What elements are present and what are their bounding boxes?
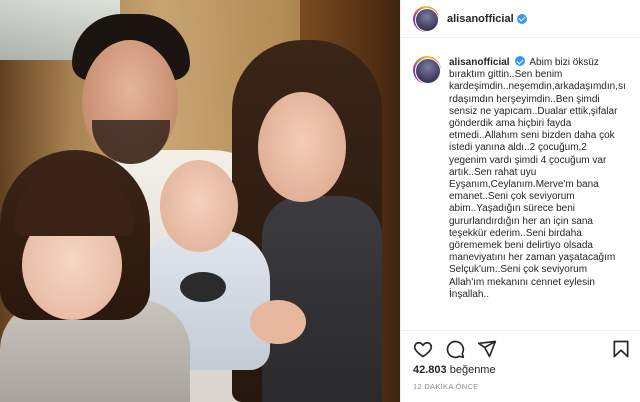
comment-icon [446,340,465,358]
comment-button[interactable] [443,337,467,361]
avatar[interactable] [413,5,439,32]
share-icon [477,340,497,357]
verified-badge-icon [516,13,527,24]
like-button[interactable] [411,337,435,361]
username-link[interactable]: alisanofficial [447,13,514,25]
post-photo[interactable] [0,0,400,402]
caption-comment: alisanofficial Abim bizi öksüz bıraktım … [413,56,635,301]
baby-shirt-print [180,272,226,302]
bookmark-icon [613,340,629,357]
caption-username[interactable]: alisanofficial [449,57,510,68]
post-header: alisanofficial [401,0,640,38]
share-button[interactable] [475,337,499,361]
girl-shirt [262,196,382,402]
girl-face [258,92,346,202]
heart-icon [413,341,433,357]
baby-face [160,160,238,252]
post-sidebar: alisanofficial alisanofficial Abim bizi … [400,0,640,402]
likes-number: 42.803 [413,364,447,376]
caption-text-block: alisanofficial Abim bizi öksüz bıraktım … [449,56,629,301]
post-timestamp[interactable]: 12 DAKİKA ÖNCE [413,382,478,391]
action-bar [401,330,640,366]
likes-label: beğenme [449,364,496,376]
verified-badge-icon [515,56,526,66]
caption-text: Abim bizi öksüz bıraktım gittin..Sen ben… [449,57,626,300]
save-button[interactable] [609,337,633,361]
likes-count[interactable]: 42.803 beğenme [413,364,496,376]
caption-avatar[interactable] [413,56,441,84]
instagram-post: alisanofficial alisanofficial Abim bizi … [0,0,640,402]
holding-hands [250,300,306,344]
